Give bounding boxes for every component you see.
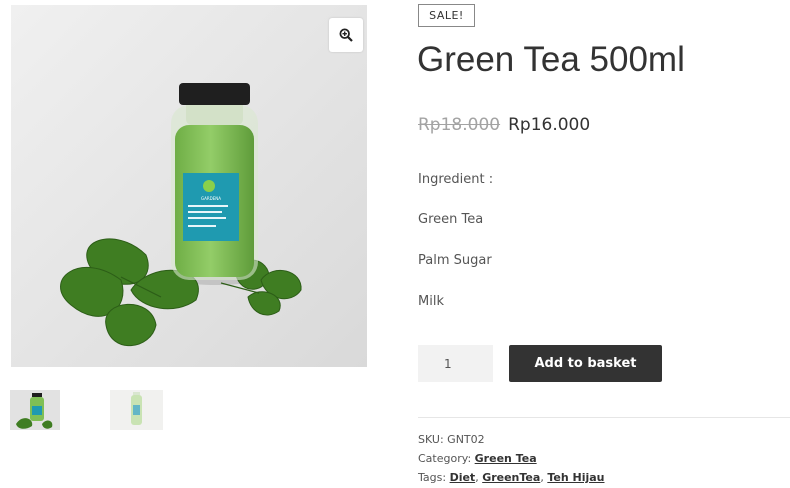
thumbnail-image	[110, 390, 163, 430]
sku-value: GNT02	[447, 433, 485, 446]
category-label: Category:	[418, 452, 472, 465]
original-price: Rp18.000	[418, 115, 501, 135]
category-line: Category: Green Tea	[418, 452, 537, 465]
ingredient-heading: Ingredient :	[418, 172, 494, 187]
bottle-label-brand: GARDENA	[201, 196, 221, 201]
gallery-thumbnail-2[interactable]	[110, 390, 163, 430]
thumbnail-image	[10, 390, 60, 430]
tags-label: Tags:	[418, 471, 447, 484]
bottle-photo: GARDENA	[11, 5, 367, 367]
magnifier-plus-icon	[339, 28, 353, 42]
ingredient-item: Palm Sugar	[418, 253, 492, 268]
category-link[interactable]: Green Tea	[475, 452, 537, 465]
quantity-input[interactable]	[418, 345, 493, 382]
sku-label: SKU:	[418, 433, 444, 446]
divider	[418, 417, 790, 418]
tag-link-diet[interactable]: Diet	[450, 471, 476, 484]
product-main-image[interactable]: GARDENA	[11, 5, 367, 367]
tag-link-greentea[interactable]: GreenTea	[482, 471, 540, 484]
product-title: Green Tea 500ml	[417, 40, 685, 79]
ingredient-item: Green Tea	[418, 212, 484, 227]
gallery-thumbnail-1[interactable]	[10, 390, 60, 430]
sale-price: Rp16.000	[508, 115, 591, 135]
tags-line: Tags: Diet, GreenTea, Teh Hijau	[418, 471, 605, 484]
zoom-button[interactable]	[329, 18, 363, 52]
sku-line: SKU: GNT02	[418, 433, 485, 446]
ingredient-item: Milk	[418, 294, 444, 309]
sale-badge: SALE!	[418, 4, 475, 27]
add-to-basket-button[interactable]: Add to basket	[509, 345, 662, 382]
price: Rp18.000 Rp16.000	[418, 115, 590, 135]
tag-link-teh-hijau[interactable]: Teh Hijau	[547, 471, 604, 484]
